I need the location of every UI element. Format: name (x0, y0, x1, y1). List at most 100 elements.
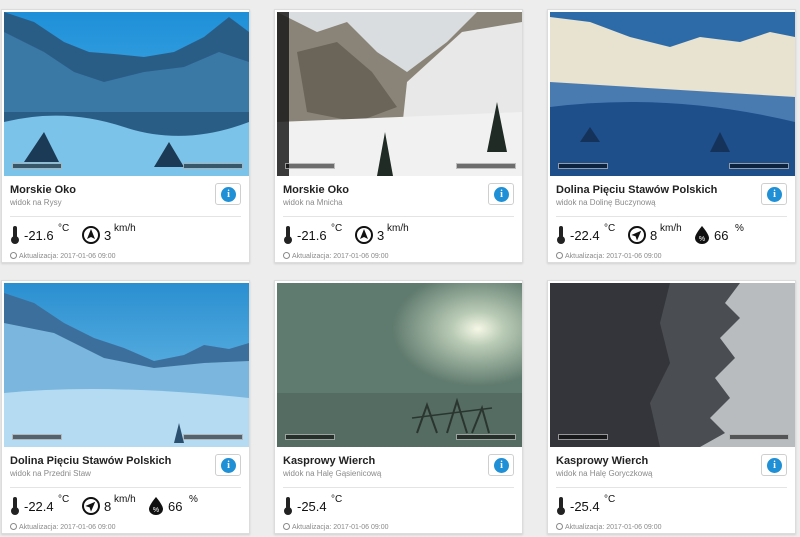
divider (10, 487, 241, 488)
temperature-unit: °C (331, 223, 343, 234)
view-subtitle: widok na Dolinę Buczynową (556, 198, 656, 207)
humidity-drop-icon: % (695, 226, 709, 244)
temperature-unit: °C (604, 494, 616, 505)
webcam-image[interactable] (4, 283, 249, 447)
divider (556, 487, 787, 488)
clock-icon (556, 252, 563, 259)
clock-icon (10, 252, 17, 259)
humidity-drop-icon: % (149, 497, 163, 515)
temperature-value: -22.4 (570, 228, 600, 243)
update-time: Aktualizacja: 2017-01-06 09:00 (556, 252, 662, 260)
location-title: Dolina Pięciu Stawów Polskich (10, 455, 172, 467)
webcam-card[interactable]: Kasprowy Wierch widok na Halę Gąsienicow… (274, 280, 523, 534)
info-icon: i (221, 458, 236, 473)
webcam-image[interactable] (277, 12, 522, 176)
temperature-unit: °C (58, 223, 70, 234)
temperature-unit: °C (331, 494, 343, 505)
wind-unit: km/h (660, 223, 682, 234)
update-time: Aktualizacja: 2017-01-06 09:00 (283, 252, 389, 260)
thermometer-icon (284, 497, 292, 515)
divider (283, 487, 514, 488)
temperature-value: -25.4 (297, 499, 327, 514)
wind-value: 8 (650, 228, 658, 243)
timestamp-overlay (183, 163, 243, 169)
mountain-photo (550, 12, 795, 176)
info-button[interactable]: i (761, 454, 787, 476)
webcam-card[interactable]: Kasprowy Wierch widok na Halę Goryczkową… (547, 280, 796, 534)
wind-compass-icon (355, 226, 373, 244)
view-subtitle: widok na Mnicha (283, 198, 343, 207)
temperature-value: -21.6 (297, 228, 327, 243)
mountain-photo (277, 12, 522, 176)
timestamp-overlay (729, 163, 789, 169)
update-time: Aktualizacja: 2017-01-06 09:00 (10, 523, 116, 531)
temperature-value: -22.4 (24, 499, 54, 514)
foggy-photo (277, 283, 522, 447)
webcam-card[interactable]: Morskie Oko widok na Mnicha i -21.6 °C 3… (274, 9, 523, 263)
view-subtitle: widok na Halę Gąsienicową (283, 469, 382, 478)
info-button[interactable]: i (488, 454, 514, 476)
thermometer-icon (557, 497, 565, 515)
wind-unit: km/h (114, 223, 136, 234)
update-time: Aktualizacja: 2017-01-06 09:00 (283, 523, 389, 531)
wind-unit: km/h (114, 494, 136, 505)
camera-label (558, 163, 608, 169)
info-button[interactable]: i (488, 183, 514, 205)
divider (556, 216, 787, 217)
camera-label (12, 434, 62, 440)
temperature-value: -25.4 (570, 499, 600, 514)
wind-compass-icon (82, 226, 100, 244)
clock-icon (556, 523, 563, 530)
thermometer-icon (557, 226, 565, 244)
webcam-card[interactable]: Dolina Pięciu Stawów Polskich widok na D… (547, 9, 796, 263)
update-time: Aktualizacja: 2017-01-06 09:00 (10, 252, 116, 260)
location-title: Morskie Oko (10, 184, 77, 196)
mountain-photo (4, 283, 249, 447)
info-icon: i (767, 187, 782, 202)
svg-text:%: % (153, 507, 159, 514)
camera-label (285, 434, 335, 440)
divider (10, 216, 241, 217)
update-time: Aktualizacja: 2017-01-06 09:00 (556, 523, 662, 531)
info-button[interactable]: i (761, 183, 787, 205)
location-title: Kasprowy Wierch (283, 455, 376, 467)
webcam-image[interactable] (550, 283, 795, 447)
temperature-value: -21.6 (24, 228, 54, 243)
webcam-image[interactable] (4, 12, 249, 176)
info-button[interactable]: i (215, 454, 241, 476)
view-subtitle: widok na Przedni Staw (10, 469, 91, 478)
humidity-value: 66 (714, 228, 729, 243)
thermometer-icon (11, 497, 19, 515)
wind-compass-icon (82, 497, 100, 515)
camera-label (12, 163, 62, 169)
wind-value: 3 (104, 228, 112, 243)
humidity-value: 66 (168, 499, 183, 514)
webcam-image[interactable] (550, 12, 795, 176)
timestamp-overlay (456, 434, 516, 440)
svg-text:%: % (699, 236, 705, 243)
divider (283, 216, 514, 217)
info-icon: i (494, 458, 509, 473)
clock-icon (283, 523, 290, 530)
mountain-photo (4, 12, 249, 176)
location-title: Morskie Oko (283, 184, 350, 196)
camera-label (558, 434, 608, 440)
location-title: Dolina Pięciu Stawów Polskich (556, 184, 718, 196)
info-button[interactable]: i (215, 183, 241, 205)
webcam-image[interactable] (277, 283, 522, 447)
wind-unit: km/h (387, 223, 409, 234)
humidity-unit: % (189, 494, 198, 505)
webcam-card[interactable]: Morskie Oko widok na Rysy i -21.6 °C 3 k… (1, 9, 250, 263)
info-icon: i (221, 187, 236, 202)
timestamp-overlay (183, 434, 243, 440)
timestamp-overlay (456, 163, 516, 169)
view-subtitle: widok na Rysy (10, 198, 62, 207)
webcam-card[interactable]: Dolina Pięciu Stawów Polskich widok na P… (1, 280, 250, 534)
info-icon: i (494, 187, 509, 202)
thermometer-icon (11, 226, 19, 244)
timestamp-overlay (729, 434, 789, 440)
wind-value: 8 (104, 499, 112, 514)
temperature-unit: °C (604, 223, 616, 234)
wind-compass-icon (628, 226, 646, 244)
foggy-photo (550, 283, 795, 447)
